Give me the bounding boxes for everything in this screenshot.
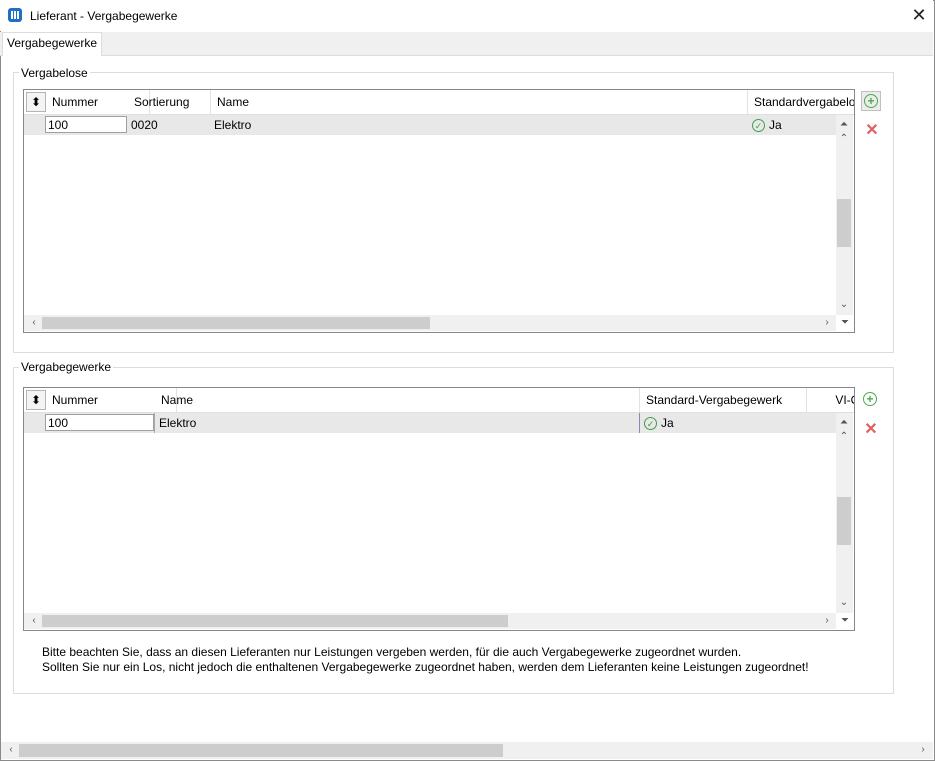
scroll-up-icon[interactable]: ⌃ [836,429,852,445]
column-sortierung[interactable]: Sortierung [128,90,211,114]
app-icon [8,8,22,22]
standard-cell: ✓ Ja [748,115,782,135]
close-button[interactable]: ✕ [905,3,933,27]
vergabelose-label: Vergabelose [19,66,90,80]
column-name[interactable]: Name [211,90,748,114]
vergabegewerke-grid: ⬍ Nummer Name Standard-Vergabegewerk VI-… [23,387,855,631]
standard-value: Ja [661,416,674,430]
horizontal-scroll-thumb[interactable] [42,317,430,329]
tab-strip [0,32,933,56]
sortierung-cell: 0020 [131,118,158,132]
delete-los-button[interactable]: ✕ [863,122,881,140]
table-row[interactable]: 100 Elektro ✓ Ja [24,413,836,433]
name-cell: Elektro [154,413,639,433]
standard-cell: ✓ Ja [639,413,674,433]
add-icon: + [863,392,877,406]
vergabelose-grid: ⬍ Nummer Sortierung Name Standardvergabe… [23,89,855,333]
nummer-cell[interactable]: 100 [45,116,127,133]
scroll-left-icon[interactable]: ‹ [26,315,42,331]
delete-gewerk-button[interactable]: ✕ [862,421,880,439]
add-icon: + [864,94,878,108]
vertical-scroll-thumb[interactable] [837,497,851,545]
scroll-bottom-icon[interactable]: ⏷ [837,613,853,629]
scroll-right-icon[interactable]: › [819,315,835,331]
note-line-2: Sollten Sie nur ein Los, nicht jedoch di… [42,660,809,674]
scroll-left-icon[interactable]: ‹ [3,742,19,758]
name-cell: Elektro [214,118,252,132]
scroll-right-icon[interactable]: › [915,742,931,758]
vertical-scrollbar[interactable]: ⏶ ⌃ ⌄ [836,115,853,315]
vertical-scrollbar[interactable]: ⏶ ⌃ ⌄ [836,413,853,613]
scroll-left-icon[interactable]: ‹ [26,613,42,629]
scroll-right-icon[interactable]: › [819,613,835,629]
delete-icon: ✕ [865,122,879,139]
window-title: Lieferant - Vergabegewerke [30,9,178,23]
column-name[interactable]: Name [155,388,640,412]
table-row[interactable]: 100 0020 Elektro ✓ Ja [24,115,836,135]
add-gewerk-button[interactable]: + [861,390,879,408]
delete-icon: ✕ [864,421,878,438]
add-los-button[interactable]: + [861,91,881,111]
scroll-up-icon[interactable]: ⌃ [836,131,852,147]
horizontal-scroll-thumb[interactable] [42,615,508,627]
tab-vergabegewerke[interactable]: Vergabegewerke [2,32,103,56]
window-horizontal-scrollbar[interactable]: ‹ › [1,742,933,759]
horizontal-scrollbar[interactable]: ‹ › [24,613,836,629]
column-vi-o[interactable]: VI-O [806,388,854,412]
sort-icon[interactable]: ⬍ [26,390,46,410]
vergabegewerke-header: ⬍ Nummer Name Standard-Vergabegewerk VI-… [24,388,854,413]
scroll-down-icon[interactable]: ⌄ [836,297,852,313]
column-standardvergabelos[interactable]: Standardvergabelo [748,90,854,114]
vergabelose-header: ⬍ Nummer Sortierung Name Standardvergabe… [24,90,854,115]
check-icon: ✓ [752,119,765,133]
scroll-down-icon[interactable]: ⌄ [836,595,852,611]
column-standard-vergabegewerk[interactable]: Standard-Vergabegewerk [640,388,807,412]
horizontal-scrollbar[interactable]: ‹ › [24,315,836,331]
vertical-scroll-thumb[interactable] [837,199,851,247]
note-line-1: Bitte beachten Sie, dass an diesen Liefe… [42,645,742,659]
window-scroll-thumb[interactable] [19,744,503,757]
scroll-bottom-icon[interactable]: ⏷ [837,315,853,331]
standard-value: Ja [769,118,782,132]
vergabegewerke-label: Vergabegewerke [19,360,114,374]
sort-icon[interactable]: ⬍ [26,92,46,112]
nummer-cell[interactable]: 100 [45,414,154,431]
check-icon: ✓ [644,417,657,431]
